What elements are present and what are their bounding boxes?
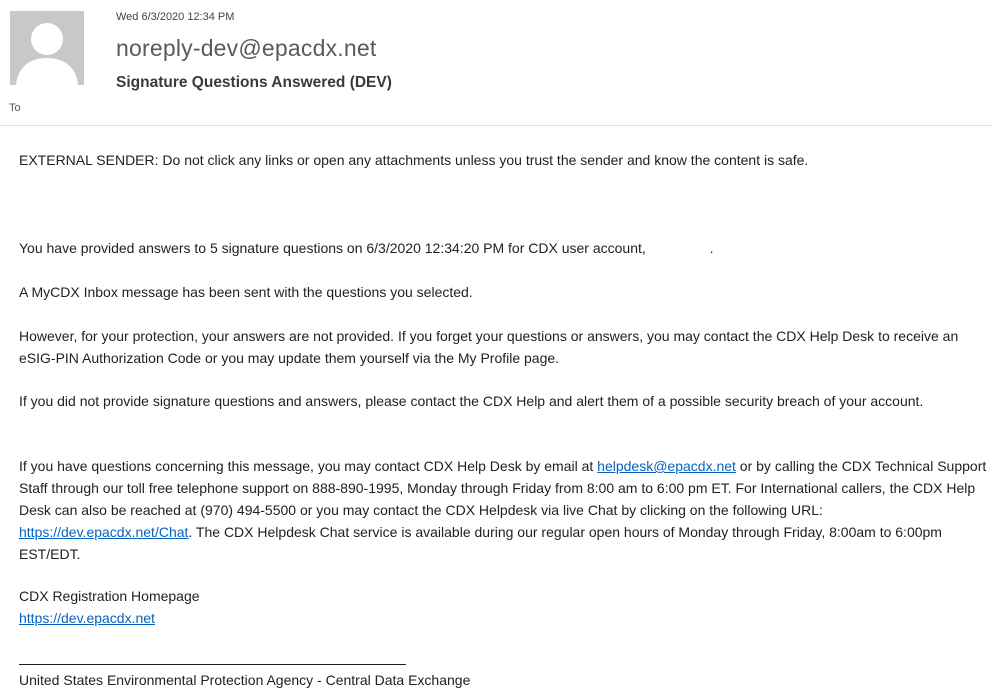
to-label: To (9, 102, 21, 114)
homepage-link[interactable]: https://dev.epacdx.net (19, 610, 155, 626)
paragraph-answers-provided: You have provided answers to 5 signature… (19, 237, 989, 259)
header-divider (0, 125, 992, 126)
footer-agency: United States Environmental Protection A… (19, 672, 471, 688)
homepage-label: CDX Registration Homepage (19, 588, 200, 604)
recipient-row: To (9, 102, 232, 114)
signature-divider (19, 664, 406, 665)
paragraph-protection: However, for your protection, your answe… (19, 328, 959, 366)
sender-address[interactable]: noreply-dev@epacdx.net (116, 35, 376, 62)
p1-end: . (709, 240, 714, 256)
helpdesk-email-link[interactable]: helpdesk@epacdx.net (597, 458, 736, 474)
sender-avatar[interactable] (10, 11, 84, 85)
message-header: Wed 6/3/2020 12:34 PM noreply-dev@epacdx… (0, 0, 992, 126)
homepage-link-row: https://dev.epacdx.net (19, 607, 989, 629)
person-silhouette-icon (10, 11, 84, 85)
p1-text: You have provided answers to 5 signature… (19, 240, 650, 256)
chat-url-link[interactable]: https://dev.epacdx.net/Chat (19, 524, 188, 540)
p5-text-a: If you have questions concerning this me… (19, 458, 598, 474)
sent-date: Wed 6/3/2020 12:34 PM (116, 11, 235, 23)
recipient-redacted[interactable] (32, 103, 232, 113)
paragraph-security-breach: If you did not provide signature questio… (19, 393, 924, 409)
paragraph-inbox-message: A MyCDX Inbox message has been sent with… (19, 284, 473, 300)
message-subject: Signature Questions Answered (DEV) (116, 74, 392, 91)
external-sender-warning: EXTERNAL SENDER: Do not click any links … (19, 152, 809, 168)
paragraph-contact-info: If you have questions concerning this me… (19, 455, 989, 565)
